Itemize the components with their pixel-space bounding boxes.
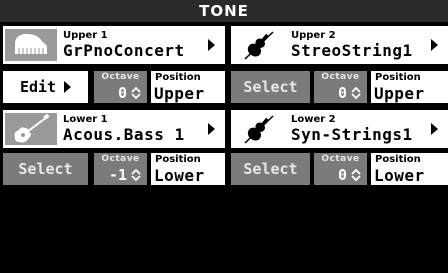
tone-name-upper1: GrPnoConcert bbox=[63, 41, 185, 60]
octave-label: Octave bbox=[321, 154, 360, 164]
select-label: Select bbox=[243, 78, 298, 96]
position-label: Position bbox=[375, 72, 421, 83]
position-value-lower2: Lower bbox=[374, 166, 425, 185]
position-control-lower2[interactable]: Position Lower bbox=[371, 153, 448, 185]
position-label: Position bbox=[375, 154, 421, 165]
up-down-icon[interactable] bbox=[131, 168, 141, 182]
octave-control-upper1[interactable]: Octave 0 bbox=[94, 71, 147, 103]
position-value-lower1: Lower bbox=[154, 166, 205, 185]
up-down-icon[interactable] bbox=[351, 168, 361, 182]
position-label: Position bbox=[155, 72, 201, 83]
edit-label: Edit bbox=[19, 78, 57, 96]
position-control-upper1[interactable]: Position Upper bbox=[151, 71, 225, 103]
arrow-right-icon[interactable] bbox=[431, 39, 438, 51]
position-control-upper2[interactable]: Position Upper bbox=[371, 71, 448, 103]
part-label-upper2: Upper 2 bbox=[291, 30, 336, 41]
arrow-right-icon[interactable] bbox=[208, 123, 215, 135]
select-button-lower1[interactable]: Select bbox=[3, 153, 88, 185]
position-control-lower1[interactable]: Position Lower bbox=[151, 153, 225, 185]
octave-value-upper1: 0 bbox=[117, 84, 127, 102]
up-down-icon[interactable] bbox=[351, 86, 361, 100]
octave-label: Octave bbox=[321, 72, 360, 82]
octave-value-upper2: 0 bbox=[337, 84, 347, 102]
octave-label: Octave bbox=[101, 154, 140, 164]
tone-name-lower2: Syn-Strings1 bbox=[291, 125, 413, 144]
tone-card-lower1[interactable]: Lower 1 Acous.Bass 1 bbox=[3, 110, 225, 148]
tone-name-lower1: Acous.Bass 1 bbox=[63, 125, 185, 144]
select-label: Select bbox=[18, 160, 73, 178]
arrow-right-icon[interactable] bbox=[208, 39, 215, 51]
tone-name-upper2: StreoString1 bbox=[291, 41, 413, 60]
piano-icon bbox=[5, 29, 57, 61]
violin-icon bbox=[233, 113, 285, 145]
tone-card-lower2[interactable]: Lower 2 Syn-Strings1 bbox=[231, 110, 448, 148]
select-label: Select bbox=[243, 160, 298, 178]
violin-icon bbox=[233, 29, 285, 61]
arrow-right-icon[interactable] bbox=[431, 123, 438, 135]
tone-card-upper1[interactable]: Upper 1 GrPnoConcert bbox=[3, 26, 225, 64]
part-label-upper1: Upper 1 bbox=[63, 30, 108, 41]
octave-control-lower1[interactable]: Octave -1 bbox=[94, 153, 147, 185]
arrow-right-icon bbox=[64, 81, 72, 93]
octave-control-upper2[interactable]: Octave 0 bbox=[314, 71, 367, 103]
up-down-icon[interactable] bbox=[131, 86, 141, 100]
position-label: Position bbox=[155, 154, 201, 165]
screen-title: TONE bbox=[0, 0, 448, 22]
octave-value-lower2: 0 bbox=[337, 166, 347, 184]
part-label-lower1: Lower 1 bbox=[63, 114, 108, 125]
octave-value-lower1: -1 bbox=[108, 166, 127, 184]
edit-button[interactable]: Edit bbox=[3, 71, 88, 103]
octave-control-lower2[interactable]: Octave 0 bbox=[314, 153, 367, 185]
part-label-lower2: Lower 2 bbox=[291, 114, 336, 125]
position-value-upper1: Upper bbox=[154, 84, 205, 103]
guitar-icon bbox=[5, 113, 57, 145]
select-button-upper2[interactable]: Select bbox=[231, 71, 310, 103]
select-button-lower2[interactable]: Select bbox=[231, 153, 310, 185]
tone-card-upper2[interactable]: Upper 2 StreoString1 bbox=[231, 26, 448, 64]
octave-label: Octave bbox=[101, 72, 140, 82]
position-value-upper2: Upper bbox=[374, 84, 425, 103]
